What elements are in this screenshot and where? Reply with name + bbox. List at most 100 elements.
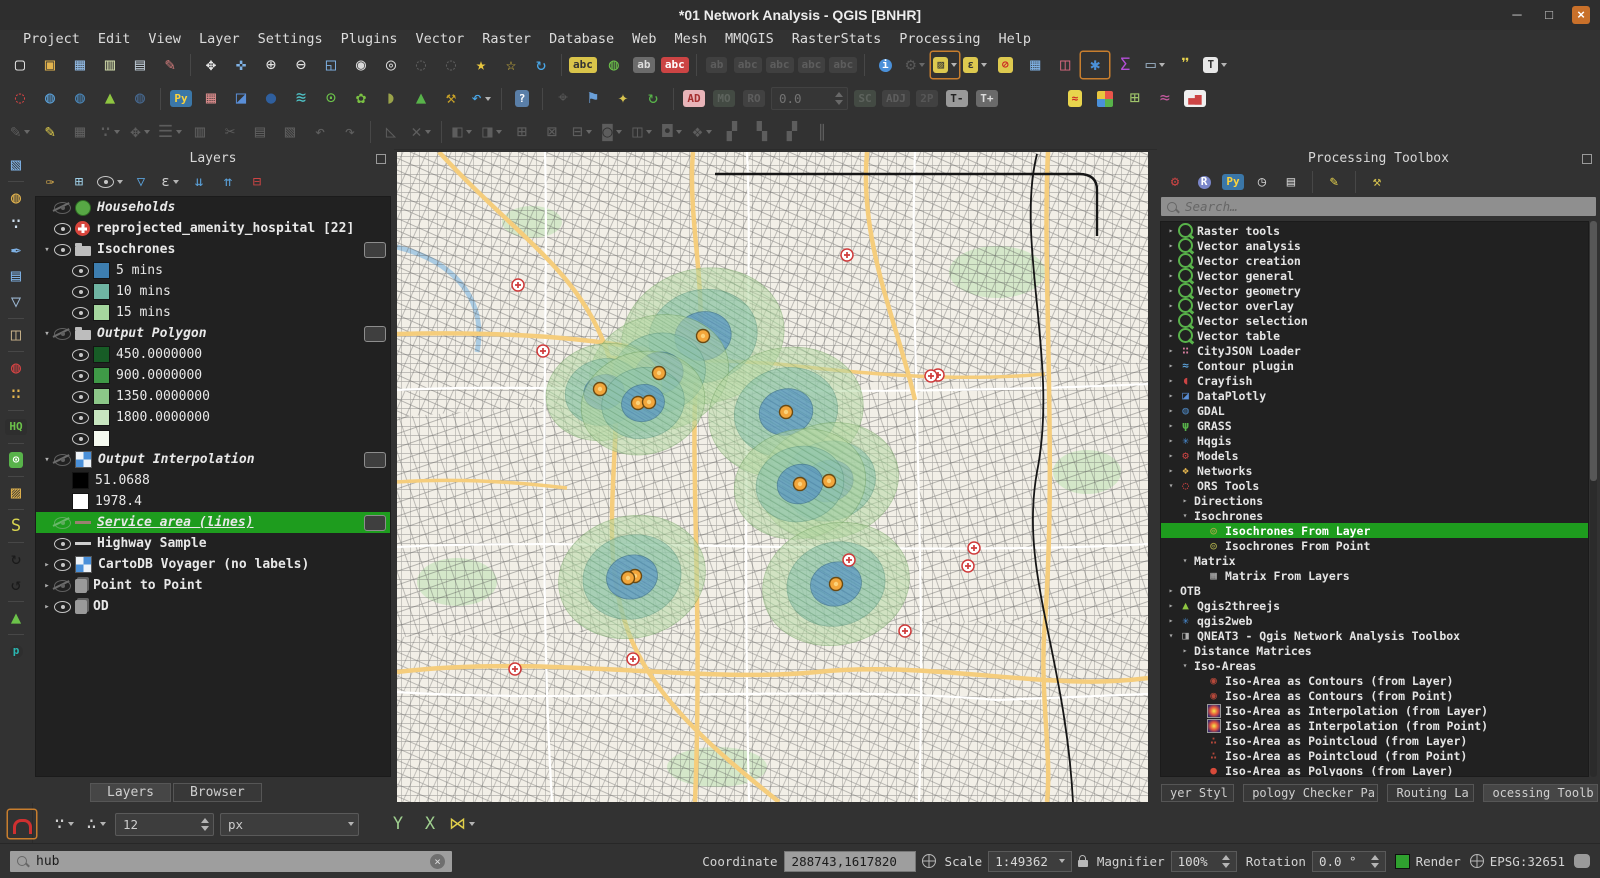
processing-search-input[interactable] [1183, 198, 1590, 215]
scale-select[interactable]: 1:49362 [988, 851, 1072, 872]
expander-icon[interactable]: ▸ [1165, 406, 1177, 415]
expander-icon[interactable]: ▸ [1165, 226, 1177, 235]
text-bigger-button[interactable]: T+ [973, 86, 1001, 112]
layer-row[interactable]: ▾Output Polygon [36, 323, 390, 344]
topological-editing-icon[interactable]: Y [384, 810, 412, 838]
panel-tab[interactable]: Routing La [1387, 784, 1474, 802]
menu-edit[interactable]: Edit [89, 31, 140, 47]
processing-tree-item[interactable]: ◎Isochrones From Point [1161, 538, 1588, 553]
expander-icon[interactable]: ▾ [40, 455, 54, 465]
minimize-button[interactable]: ─ [1508, 6, 1526, 24]
processing-tree-item[interactable]: ▸❖Networks [1161, 463, 1588, 478]
crs-value[interactable]: EPSG:32651 [1490, 854, 1565, 869]
undo-plugin-icon[interactable]: ↶ [467, 86, 495, 112]
processing-tree-item[interactable]: ▸Vector table [1161, 328, 1588, 343]
visibility-eye-icon[interactable] [54, 601, 71, 613]
expander-icon[interactable]: ▸ [1165, 331, 1177, 340]
rotation-spinner[interactable]: 0.0 ° [1312, 851, 1386, 872]
new-geopackage-icon[interactable]: ✒ [3, 238, 29, 262]
layer-indicator[interactable] [364, 326, 386, 342]
zoom-in-icon[interactable]: ⊕ [257, 52, 285, 78]
processing-tree-item[interactable]: ▸Directions [1161, 493, 1588, 508]
processing-tree-item[interactable]: ▸Vector selection [1161, 313, 1588, 328]
text-smaller-button[interactable]: T- [943, 86, 971, 112]
expander-icon[interactable]: ▸ [40, 602, 54, 612]
refresh-map-icon[interactable]: ↻ [527, 52, 555, 78]
new-virtual-layer-icon[interactable]: ▽ [3, 290, 29, 314]
expander-icon[interactable]: ▸ [1165, 286, 1177, 295]
processing-tree-item[interactable]: ▾Isochrones [1161, 508, 1588, 523]
expander-icon[interactable]: ▸ [1165, 301, 1177, 310]
manage-map-themes-icon[interactable] [96, 171, 124, 193]
crayfish-plugin-icon[interactable]: ≋ [287, 86, 315, 112]
hammer-tool-icon[interactable]: ⚒ [437, 86, 465, 112]
visibility-eye-icon[interactable] [72, 349, 89, 361]
chart-dots-icon[interactable]: ∷ [3, 382, 29, 406]
magnifier-spinner[interactable]: 100% [1171, 851, 1237, 872]
visibility-eye-icon[interactable] [72, 286, 89, 298]
processing-tree-item[interactable]: ▾Matrix [1161, 553, 1588, 568]
menu-rasterstats[interactable]: RasterStats [783, 31, 890, 47]
layer-row[interactable]: 1978.4 [36, 491, 390, 512]
snap-tolerance-spin[interactable]: 12 [114, 810, 215, 838]
scrollbar-thumb[interactable] [1590, 221, 1597, 481]
measure-icon[interactable]: ▭ [1141, 52, 1169, 78]
construction-tool-icon[interactable]: ⚑ [579, 86, 607, 112]
menu-plugins[interactable]: Plugins [332, 31, 407, 47]
open-attribute-table-icon[interactable]: ▦ [1021, 52, 1049, 78]
processing-tree-item[interactable]: ●Iso-Area as Polygons (from Layer) [1161, 763, 1588, 777]
osm-search-icon[interactable]: ⊙ [3, 448, 29, 472]
expand-all-icon[interactable]: ⇊ [187, 171, 211, 193]
maximize-button[interactable]: □ [1540, 6, 1558, 24]
expander-icon[interactable]: ▸ [1165, 271, 1177, 280]
expander-icon[interactable]: ▾ [1165, 481, 1177, 490]
add-wfs-layer-icon[interactable]: ◍ [66, 86, 94, 112]
contour-plugin-icon[interactable]: ✿ [347, 86, 375, 112]
statistics-abacus-icon[interactable]: ◫ [1051, 52, 1079, 78]
menu-layer[interactable]: Layer [190, 31, 249, 47]
locator-input[interactable] [34, 853, 423, 870]
processing-tree-item[interactable]: ▸Vector general [1161, 268, 1588, 283]
expander-icon[interactable]: ▸ [1179, 496, 1191, 505]
visibility-eye-icon[interactable] [54, 517, 71, 529]
panel-tab-layers[interactable]: Layers [90, 783, 171, 802]
statistical-summary-icon[interactable]: Σ [1111, 52, 1139, 78]
add-wms-layer-icon[interactable]: ◍ [36, 86, 64, 112]
enable-snapping-icon[interactable] [8, 810, 36, 838]
processing-tree-item[interactable]: ▾◨QNEAT3 - Qgis Network Analysis Toolbox [1161, 628, 1588, 643]
layer-row[interactable]: ▸CartoDB Voyager (no labels) [36, 554, 390, 575]
zoom-out-icon[interactable]: ⊖ [287, 52, 315, 78]
p-circle-icon[interactable]: p [3, 639, 29, 663]
processing-tree-item[interactable]: ▸◪DataPlotly [1161, 388, 1588, 403]
processing-tree-item[interactable]: ▸≈Contour plugin [1161, 358, 1588, 373]
save-project-icon[interactable]: ▦ [66, 52, 94, 78]
processing-tree-item[interactable]: ▸◍GDAL [1161, 403, 1588, 418]
processing-tree-item[interactable]: ▸⚙Models [1161, 448, 1588, 463]
menu-settings[interactable]: Settings [249, 31, 332, 47]
remove-layer-icon[interactable]: ⊟ [245, 171, 269, 193]
menu-raster[interactable]: Raster [473, 31, 540, 47]
panel-float-icon[interactable] [376, 154, 386, 164]
visibility-eye-icon[interactable] [54, 559, 71, 571]
pin-labels-icon[interactable]: ab [630, 52, 658, 78]
coordinate-value[interactable]: 288743,1617820 [784, 851, 916, 872]
visibility-eye-icon[interactable] [72, 265, 89, 277]
expander-icon[interactable]: ▾ [40, 245, 54, 255]
hqgis-icon[interactable]: HQ [3, 415, 29, 439]
layer-row[interactable]: 450.0000000 [36, 344, 390, 365]
layer-row[interactable]: 1350.0000000 [36, 386, 390, 407]
render-checkbox[interactable] [1395, 854, 1410, 869]
processing-tree-item[interactable]: ▸◖Crayfish [1161, 373, 1588, 388]
expander-icon[interactable]: ▸ [1165, 586, 1177, 595]
collapse-all-icon[interactable]: ⇈ [216, 171, 240, 193]
expander-icon[interactable]: ▸ [1165, 256, 1177, 265]
processing-tree-item[interactable]: ▸Vector overlay [1161, 298, 1588, 313]
new-shapefile-icon[interactable]: ∵ [3, 212, 29, 236]
processing-tree-item[interactable]: ◉Iso-Area as Contours (from Point) [1161, 688, 1588, 703]
options-icon[interactable]: ⚒ [1365, 171, 1389, 193]
close-button[interactable]: × [1572, 6, 1590, 24]
digitize-ring-icon[interactable]: ◌ [6, 86, 34, 112]
models-icon[interactable]: ⚙ [1163, 171, 1187, 193]
expander-icon[interactable]: ▸ [1165, 241, 1177, 250]
snap-on-intersection-icon[interactable]: X [416, 810, 444, 838]
